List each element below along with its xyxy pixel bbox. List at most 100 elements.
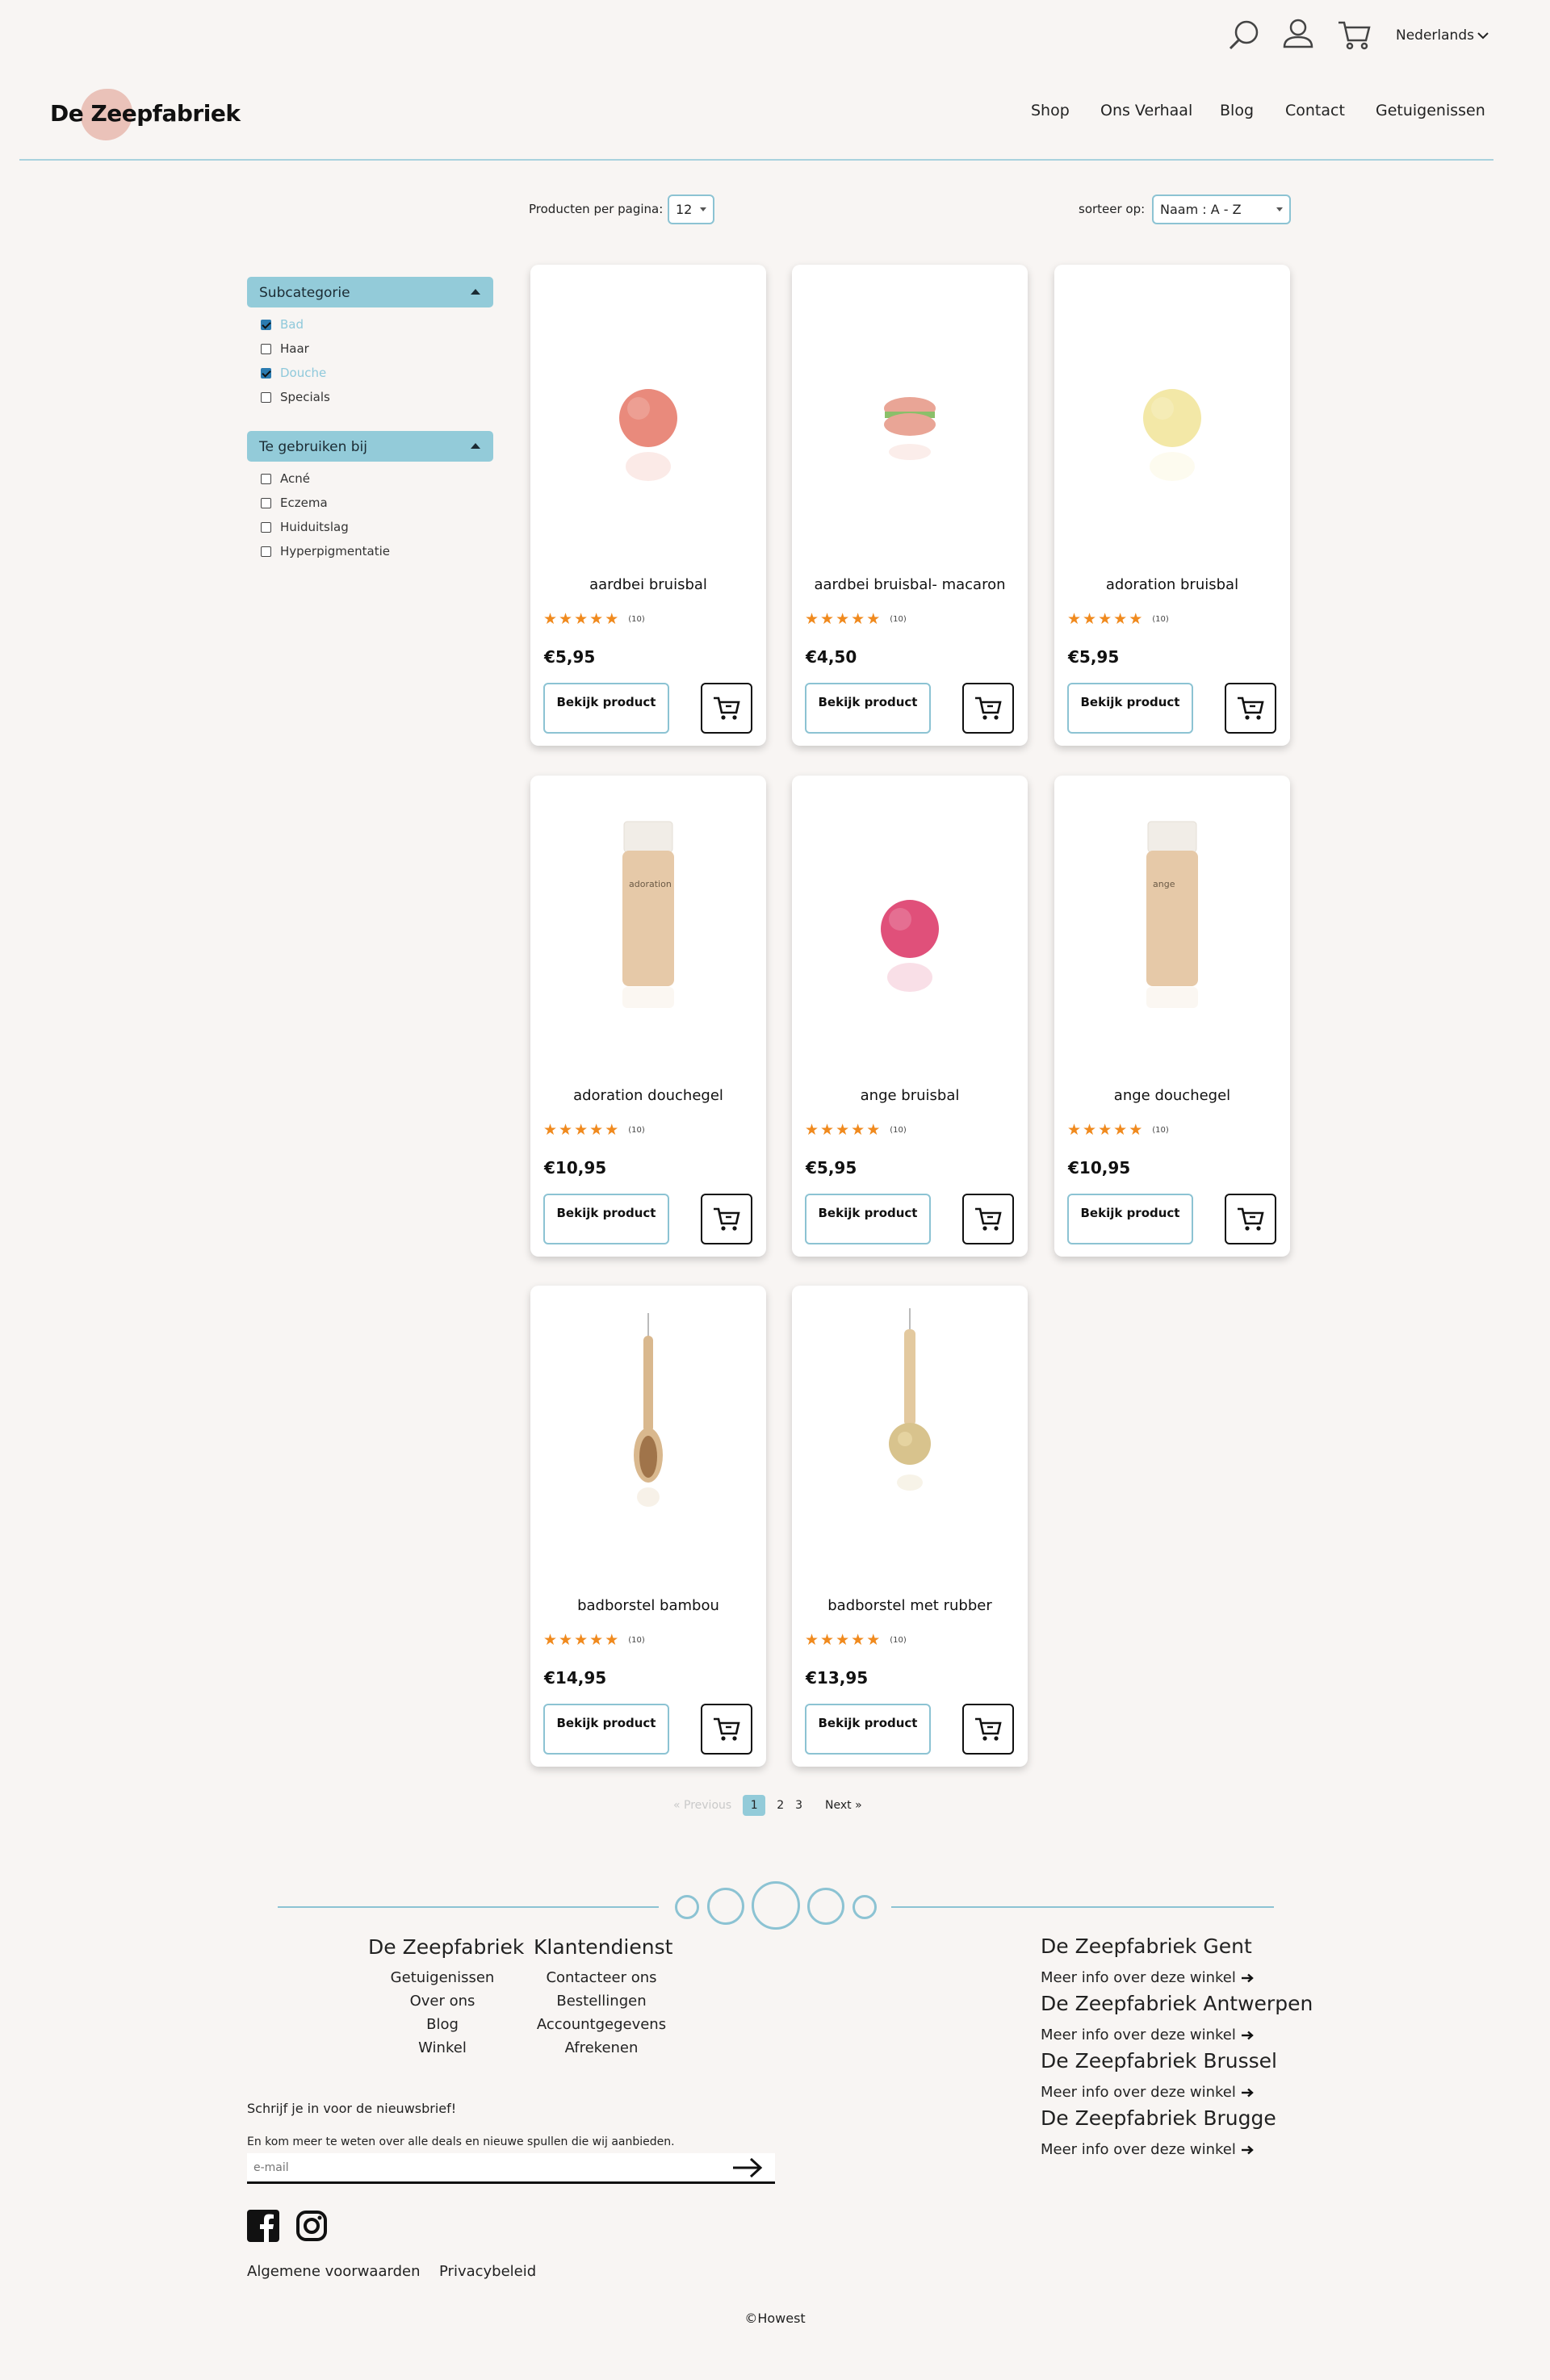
view-product-button[interactable]: Bekijk product xyxy=(543,1194,669,1244)
filter-option[interactable]: Hyperpigmentatie xyxy=(261,543,390,559)
footer-link[interactable]: Accountgegevens xyxy=(521,2016,682,2033)
add-to-cart-button[interactable] xyxy=(1225,1194,1276,1244)
pagination-previous[interactable]: « Previous xyxy=(673,1799,731,1812)
store-more-info-link[interactable]: Meer info over deze winkel xyxy=(1041,1969,1254,1986)
view-product-button[interactable]: Bekijk product xyxy=(805,683,931,734)
checkbox[interactable] xyxy=(261,521,271,533)
pagination-page-3[interactable]: 3 xyxy=(795,1799,802,1812)
instagram-icon[interactable] xyxy=(295,2210,328,2242)
checkbox[interactable] xyxy=(261,497,271,508)
view-product-button[interactable]: Bekijk product xyxy=(543,683,669,734)
nav-getuigenissen[interactable]: Getuigenissen xyxy=(1376,102,1485,119)
product-image-wrap[interactable] xyxy=(792,776,1028,1074)
footer-link[interactable]: Blog xyxy=(355,2016,530,2033)
product-name[interactable]: aardbei bruisbal- macaron xyxy=(792,576,1028,593)
search-icon[interactable] xyxy=(1227,18,1261,52)
checkbox[interactable] xyxy=(261,343,271,354)
terms-link[interactable]: Algemene voorwaarden xyxy=(247,2263,420,2280)
product-card[interactable]: adoration adoration douchegel ★ ★ ★ ★ ★ (10) €10… xyxy=(530,776,766,1257)
product-card[interactable]: badborstel met rubber ★ ★ ★ ★ ★ (10) €13,95 Beki… xyxy=(792,1286,1028,1767)
product-image-wrap[interactable]: ange xyxy=(1054,776,1290,1074)
filter-header-te-gebruiken-bij[interactable]: Te gebruiken bij xyxy=(247,431,493,462)
product-image-wrap[interactable] xyxy=(792,1286,1028,1584)
store-more-info-link[interactable]: Meer info over deze winkel xyxy=(1041,2027,1254,2043)
add-to-cart-button[interactable] xyxy=(701,1704,752,1755)
filter-option[interactable]: Acné xyxy=(261,471,310,487)
filter-option[interactable]: Bad xyxy=(261,316,304,333)
logo[interactable]: De Zeepfabriek xyxy=(50,87,244,144)
product-image[interactable] xyxy=(530,1286,766,1584)
add-to-cart-button[interactable] xyxy=(1225,683,1276,734)
add-to-cart-button[interactable] xyxy=(701,1194,752,1244)
product-image-wrap[interactable] xyxy=(792,265,1028,563)
product-image-wrap[interactable] xyxy=(1054,265,1290,563)
view-product-button[interactable]: Bekijk product xyxy=(1067,1194,1193,1244)
product-card[interactable]: ange ange douchegel ★ ★ ★ ★ ★ (10) €10,95 Bekijk … xyxy=(1054,776,1290,1257)
product-name[interactable]: badborstel bambou xyxy=(530,1597,766,1614)
checkbox[interactable] xyxy=(261,473,271,484)
product-image-wrap[interactable] xyxy=(530,265,766,563)
language-selector[interactable]: Nederlands xyxy=(1396,27,1489,44)
view-product-button[interactable]: Bekijk product xyxy=(805,1194,931,1244)
per-page-select[interactable]: 12 xyxy=(668,194,714,224)
view-product-button[interactable]: Bekijk product xyxy=(543,1704,669,1755)
nav-shop[interactable]: Shop xyxy=(1031,102,1070,119)
view-product-button[interactable]: Bekijk product xyxy=(805,1704,931,1755)
product-image-wrap[interactable]: adoration xyxy=(530,776,766,1074)
add-to-cart-button[interactable] xyxy=(701,683,752,734)
facebook-icon[interactable] xyxy=(247,2210,279,2242)
store-more-info-link[interactable]: Meer info over deze winkel xyxy=(1041,2084,1254,2101)
add-to-cart-button[interactable] xyxy=(962,1194,1014,1244)
pagination-page-1[interactable]: 1 xyxy=(743,1795,766,1816)
product-name[interactable]: aardbei bruisbal xyxy=(530,576,766,593)
pagination-page-2[interactable]: 2 xyxy=(777,1799,784,1812)
product-name[interactable]: adoration douchegel xyxy=(530,1087,766,1104)
footer-link[interactable]: Over ons xyxy=(355,1993,530,2010)
product-name[interactable]: ange bruisbal xyxy=(792,1087,1028,1104)
privacy-link[interactable]: Privacybeleid xyxy=(439,2263,536,2280)
sort-select[interactable]: Naam : A - Z xyxy=(1152,194,1291,224)
nav-contact[interactable]: Contact xyxy=(1285,102,1345,119)
footer-link[interactable]: Getuigenissen xyxy=(355,1969,530,1986)
filter-option[interactable]: Eczema xyxy=(261,495,328,511)
product-card[interactable]: aardbei bruisbal- macaron ★ ★ ★ ★ ★ (10) €4,50 B… xyxy=(792,265,1028,746)
checkbox[interactable] xyxy=(261,546,271,557)
filter-option[interactable]: Huiduitslag xyxy=(261,519,349,535)
store-more-info-link[interactable]: Meer info over deze winkel xyxy=(1041,2141,1254,2158)
footer-link[interactable]: Winkel xyxy=(355,2039,530,2056)
product-name[interactable]: badborstel met rubber xyxy=(792,1597,1028,1614)
filter-option[interactable]: Haar xyxy=(261,341,309,357)
product-image[interactable] xyxy=(530,265,766,563)
footer-link[interactable]: Contacteer ons xyxy=(521,1969,682,1986)
product-name[interactable]: ange douchegel xyxy=(1054,1087,1290,1104)
cart-icon[interactable] xyxy=(1337,19,1372,52)
product-image[interactable]: adoration xyxy=(530,776,766,1074)
checkbox[interactable] xyxy=(261,367,271,379)
product-card[interactable]: aardbei bruisbal ★ ★ ★ ★ ★ (10) €5,95 Bekijk pro… xyxy=(530,265,766,746)
product-image[interactable] xyxy=(792,265,1028,563)
product-image[interactable]: ange xyxy=(1054,776,1290,1074)
footer-link[interactable]: Bestellingen xyxy=(521,1993,682,2010)
filter-option[interactable]: Douche xyxy=(261,365,326,381)
nav-ons-verhaal[interactable]: Ons Verhaal xyxy=(1100,102,1192,119)
product-name[interactable]: adoration bruisbal xyxy=(1054,576,1290,593)
filter-option[interactable]: Specials xyxy=(261,389,330,405)
product-card[interactable]: badborstel bambou ★ ★ ★ ★ ★ (10) €14,95 Bekijk p… xyxy=(530,1286,766,1767)
user-icon[interactable] xyxy=(1282,18,1314,50)
product-image-wrap[interactable] xyxy=(530,1286,766,1584)
product-image[interactable] xyxy=(792,776,1028,1074)
footer-link[interactable]: Afrekenen xyxy=(521,2039,682,2056)
submit-arrow-icon[interactable] xyxy=(731,2155,764,2181)
checkbox[interactable] xyxy=(261,319,271,330)
newsletter-email-input[interactable] xyxy=(247,2153,775,2184)
product-image[interactable] xyxy=(1054,265,1290,563)
pagination-next[interactable]: Next » xyxy=(825,1799,862,1812)
product-card[interactable]: ange bruisbal ★ ★ ★ ★ ★ (10) €5,95 Bekijk produc… xyxy=(792,776,1028,1257)
nav-blog[interactable]: Blog xyxy=(1220,102,1254,119)
view-product-button[interactable]: Bekijk product xyxy=(1067,683,1193,734)
filter-header-subcategorie[interactable]: Subcategorie xyxy=(247,277,493,307)
add-to-cart-button[interactable] xyxy=(962,1704,1014,1755)
checkbox[interactable] xyxy=(261,391,271,403)
product-image[interactable] xyxy=(792,1286,1028,1584)
product-card[interactable]: adoration bruisbal ★ ★ ★ ★ ★ (10) €5,95 Bekijk p… xyxy=(1054,265,1290,746)
